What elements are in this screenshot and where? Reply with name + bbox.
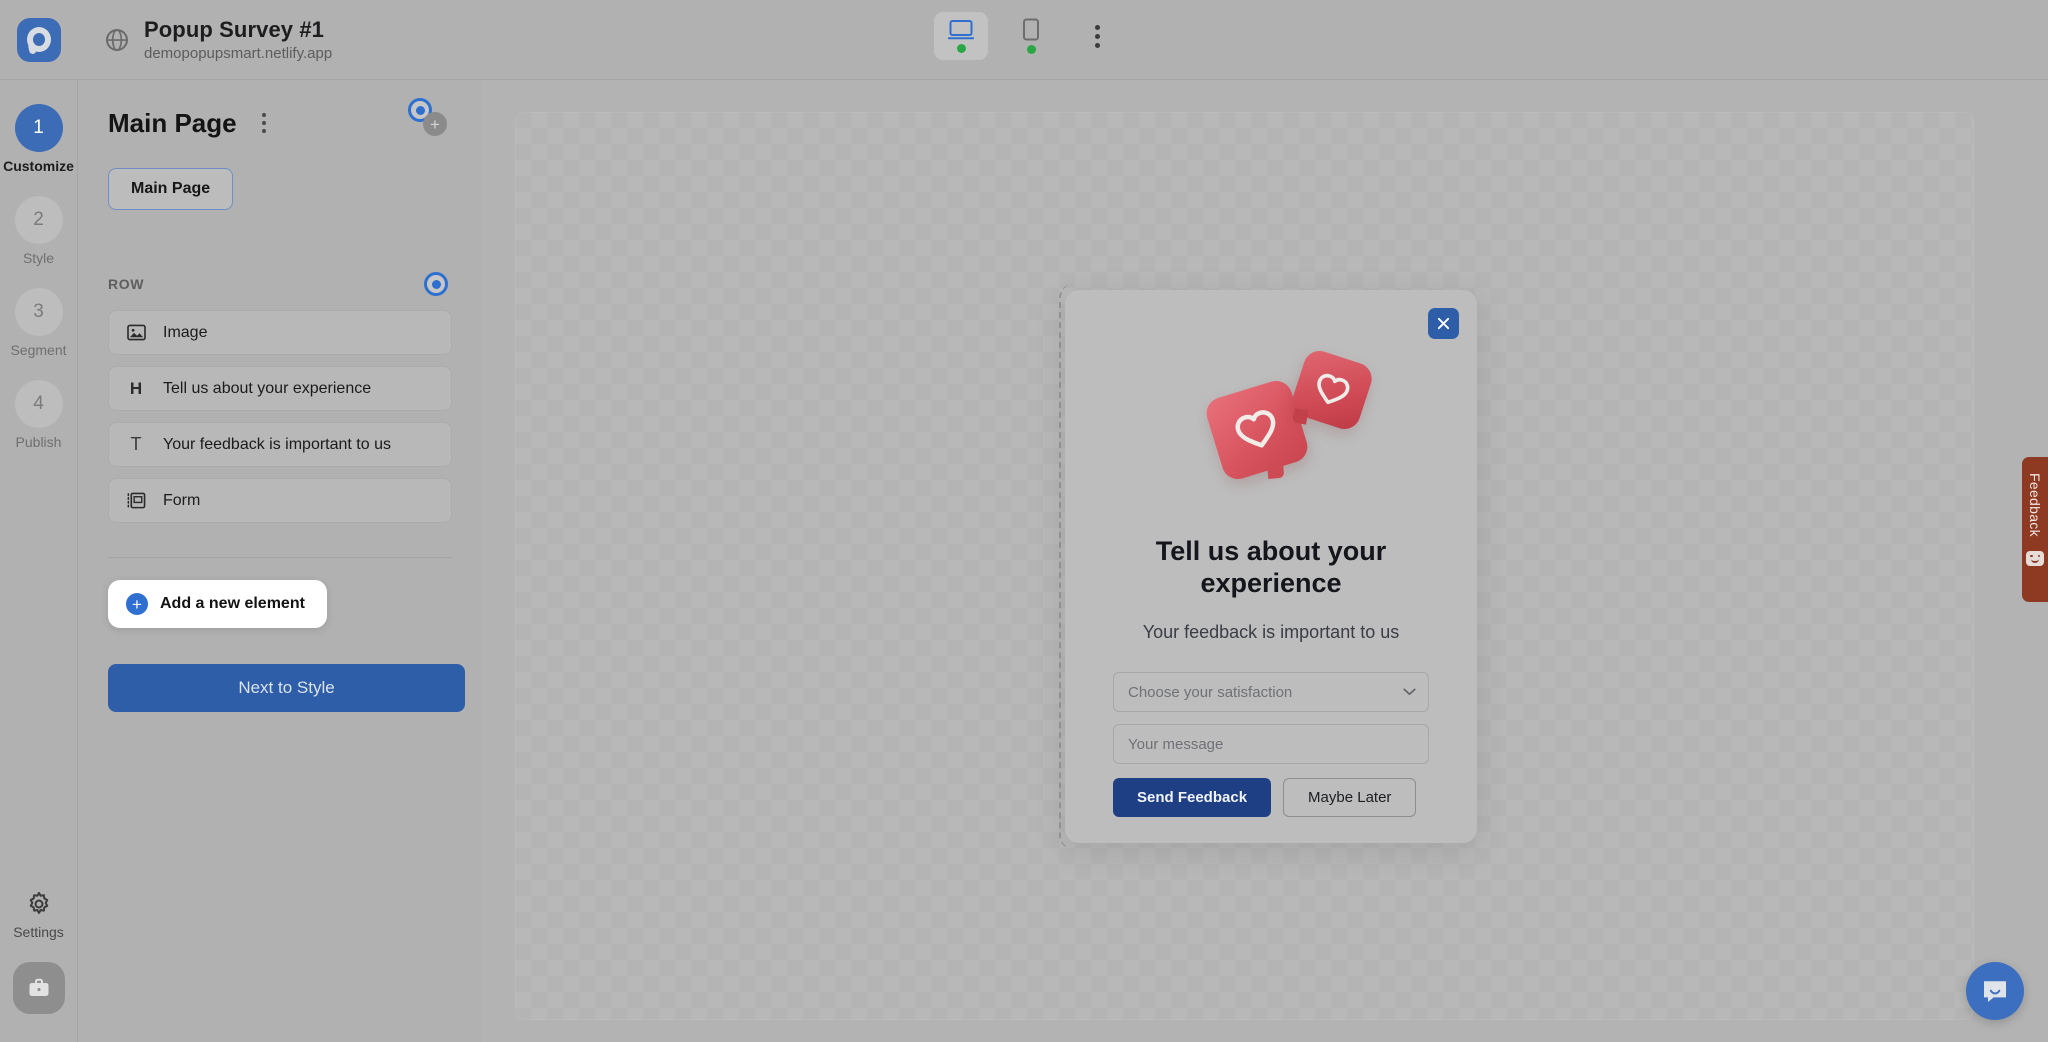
desktop-status-dot [957,44,966,53]
desktop-icon [948,19,974,41]
rail-step-style[interactable]: 2 Style [0,196,78,266]
feedback-tab-label: Feedback [2027,473,2043,537]
smiley-face-icon [2026,551,2044,566]
kebab-dot [262,113,266,117]
chevron-down-icon [1403,688,1416,696]
step-label: Publish [16,434,62,450]
step-label: Style [23,250,54,266]
site-info: Popup Survey #1 demopopupsmart.netlify.a… [104,17,332,62]
rail-step-publish[interactable]: 4 Publish [0,380,78,450]
row-label: ROW [108,276,144,292]
panel-header: Main Page + [108,102,452,144]
step-number: 2 [15,196,63,244]
globe-icon [104,27,130,53]
mobile-status-dot [1027,45,1036,54]
add-element-label: Add a new element [160,595,305,613]
step-label: Segment [10,342,66,358]
site-url: demopopupsmart.netlify.app [144,45,332,62]
popup-preview-modal: Tell us about your experience Your feedb… [1065,290,1477,843]
element-label: Form [163,492,200,510]
kebab-dot [1095,43,1100,48]
kebab-dot [1095,25,1100,30]
popup-close-button[interactable] [1428,308,1459,339]
next-to-style-button[interactable]: Next to Style [108,664,465,712]
text-icon: T [125,434,147,455]
step-number: 3 [15,288,63,336]
popup-title: Tell us about your experience [1091,536,1451,600]
feedback-side-tab[interactable]: Feedback [2022,457,2048,602]
popupsmart-logo-icon [17,18,61,62]
element-item-form[interactable]: Form [108,478,452,523]
briefcase-icon [26,976,52,1000]
step-number: 1 [15,104,63,152]
top-bar: Popup Survey #1 demopopupsmart.netlify.a… [0,0,2048,80]
popup-subtitle: Your feedback is important to us [1091,622,1451,643]
kebab-dot [262,129,266,133]
rail-step-segment[interactable]: 3 Segment [0,288,78,358]
panel-title: Main Page [108,108,237,139]
row-target-radio-icon[interactable] [424,272,448,296]
send-feedback-button[interactable]: Send Feedback [1113,778,1271,817]
app-logo[interactable] [0,0,78,80]
element-label: Your feedback is important to us [163,436,391,454]
settings-label: Settings [13,924,64,940]
chat-bubble-icon [1981,978,2009,1005]
close-icon [1436,316,1451,331]
element-item-text[interactable]: T Your feedback is important to us [108,422,452,467]
smile-arc [2031,559,2039,563]
popup-form: Choose your satisfaction Your message Se… [1113,672,1429,817]
element-item-image[interactable]: Image [108,310,452,355]
popup-illustration [1065,348,1477,498]
plus-circle-icon: + [126,593,148,615]
heading-icon: H [125,379,147,399]
element-item-heading[interactable]: H Tell us about your experience [108,366,452,411]
add-page-button[interactable]: + [423,112,447,136]
form-icon [125,492,147,510]
row-section-header: ROW [108,272,452,296]
kebab-dot [1095,34,1100,39]
panel-more-menu[interactable] [253,108,275,138]
page-tab-main-page[interactable]: Main Page [108,168,233,210]
element-label: Tell us about your experience [163,380,371,398]
toolbar-more-menu[interactable] [1080,16,1114,56]
step-label: Customize [3,158,74,174]
kebab-dot [262,121,266,125]
step-number: 4 [15,380,63,428]
element-list: Image H Tell us about your experience T … [108,310,452,523]
message-input-placeholder: Your message [1128,736,1223,753]
message-input[interactable]: Your message [1113,724,1429,764]
mobile-icon [1022,18,1040,42]
image-icon [125,324,147,341]
intercom-chat-button[interactable] [1966,962,2024,1020]
satisfaction-select[interactable]: Choose your satisfaction [1113,672,1429,712]
element-label: Image [163,324,207,342]
satisfaction-select-placeholder: Choose your satisfaction [1128,684,1292,701]
device-toggle-desktop[interactable] [934,12,988,60]
device-preview-toolbar [934,12,1114,60]
heart-bubble-small-icon [1288,347,1376,433]
page-target-group: + [408,98,454,138]
rail-step-customize[interactable]: 1 Customize [0,104,78,174]
add-new-element-button[interactable]: + Add a new element [108,580,327,628]
app-root: Popup Survey #1 demopopupsmart.netlify.a… [0,0,2048,1042]
workspace-button[interactable] [13,962,65,1014]
customize-panel: Main Page + Main Page ROW [78,80,482,1042]
rail-footer: Settings [13,891,65,1042]
popup-actions: Send Feedback Maybe Later [1113,778,1429,817]
step-rail: 1 Customize 2 Style 3 Segment 4 Publish … [0,80,78,1042]
rail-settings[interactable]: Settings [13,891,64,940]
gear-icon [26,891,52,917]
device-toggle-mobile[interactable] [1004,12,1058,60]
maybe-later-button[interactable]: Maybe Later [1283,778,1416,817]
page-title: Popup Survey #1 [144,17,332,43]
